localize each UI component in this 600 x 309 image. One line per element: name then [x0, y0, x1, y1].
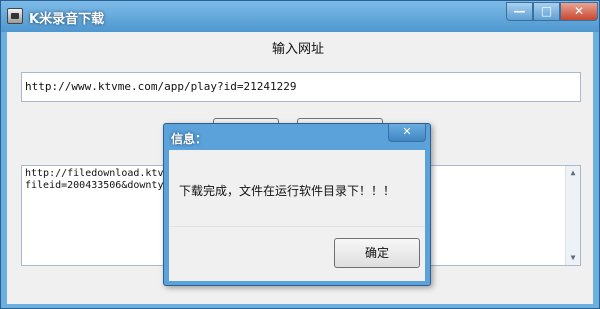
chevron-down-icon[interactable]: ▼ [566, 251, 580, 265]
title-bar[interactable]: K米录音下载 — □ ✕ [1, 1, 599, 32]
minimize-button[interactable]: — [506, 2, 533, 21]
chevron-up-icon[interactable]: ▲ [566, 166, 580, 180]
app-icon [7, 8, 23, 24]
dialog-title: 信息： [171, 132, 208, 146]
dialog-message: 下载完成，文件在运行软件目录下！！！ [179, 184, 396, 198]
url-input[interactable]: http://www.ktvme.com/app/play?id=2124122… [21, 72, 581, 102]
info-dialog: 信息： ✕ 下载完成，文件在运行软件目录下！！！ 确定 [163, 123, 431, 286]
maximize-button[interactable]: □ [533, 2, 560, 21]
main-window: K米录音下载 — □ ✕ 输入网址 http://www.ktvme.com/a… [0, 0, 600, 309]
window-title: K米录音下载 [29, 12, 105, 27]
close-button[interactable]: ✕ [560, 2, 598, 21]
url-label: 输入网址 [271, 42, 324, 57]
output-text: http://filedownload.ktvm fileid=20043350… [25, 168, 170, 191]
dialog-close-button[interactable]: ✕ [388, 124, 426, 142]
dialog-body: 下载完成，文件在运行软件目录下！！！ 确定 [169, 150, 425, 281]
ok-button[interactable]: 确定 [334, 238, 420, 268]
output-scrollbar[interactable]: ▲ ▼ [565, 166, 580, 265]
